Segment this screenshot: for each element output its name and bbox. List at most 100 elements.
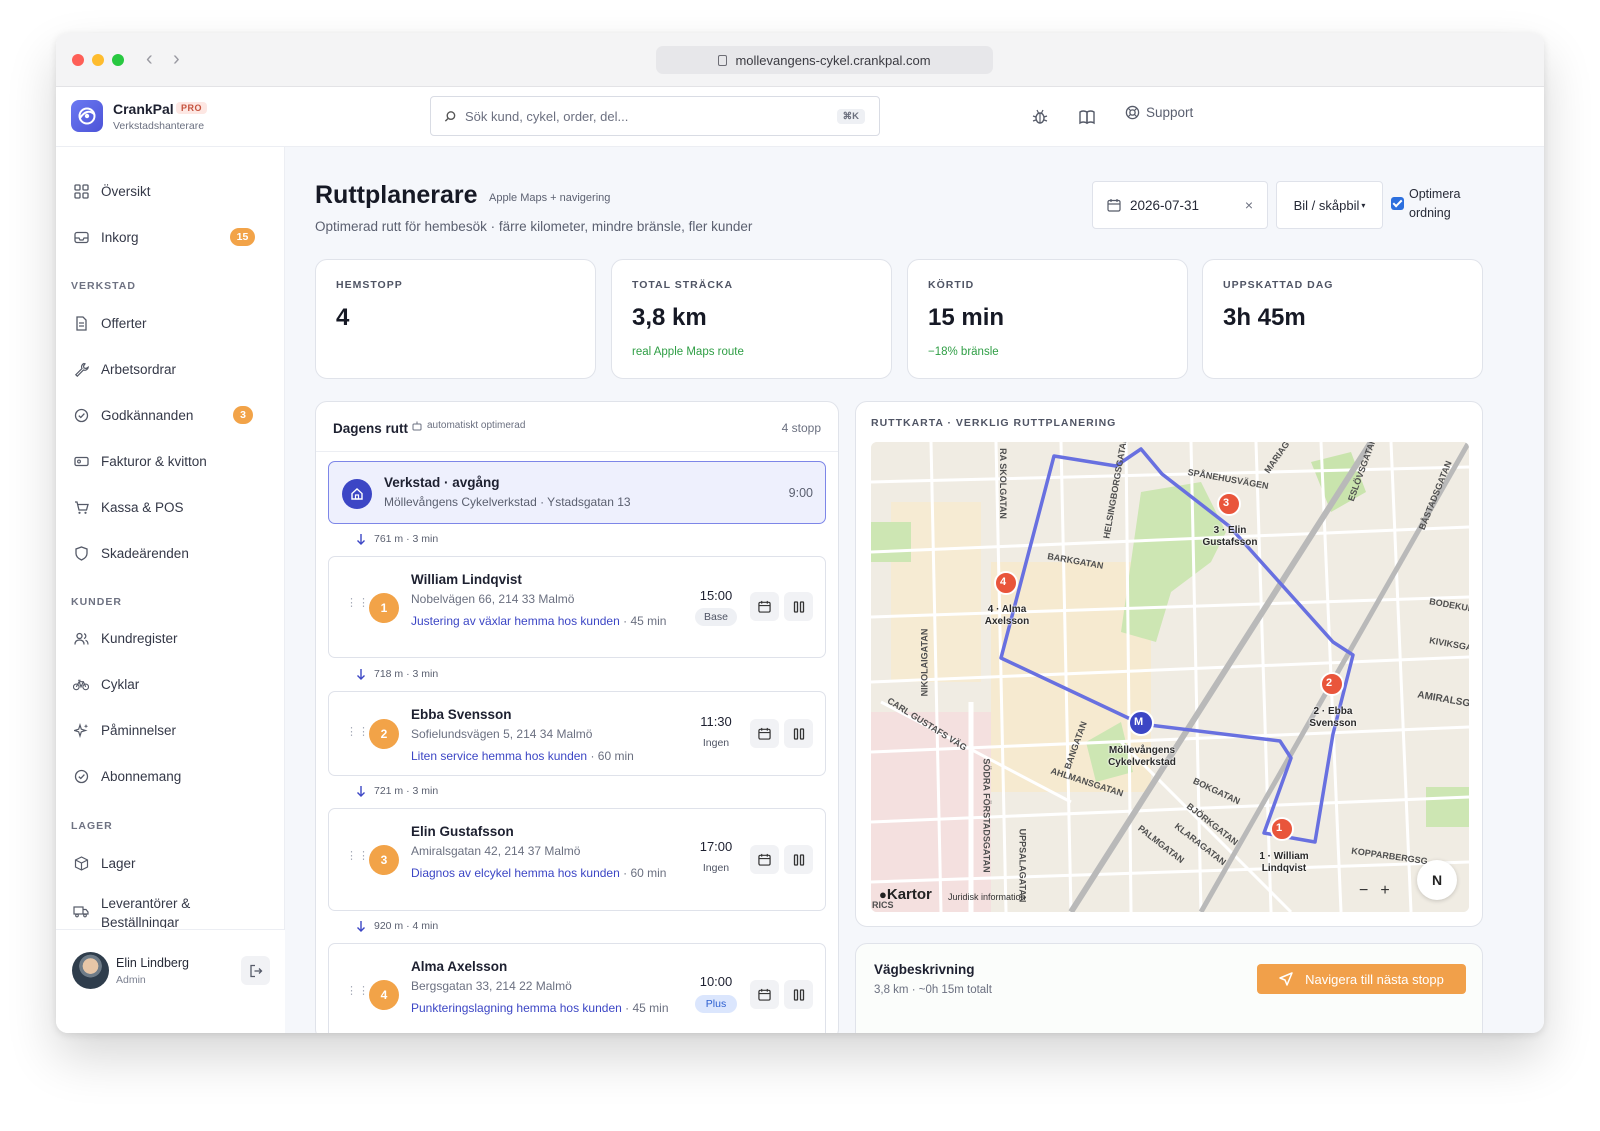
schedule-button[interactable] [750, 980, 779, 1009]
map-pin-1[interactable]: 1 [1276, 822, 1282, 834]
navigate-next-stop-button[interactable]: Navigera till nästa stopp [1257, 964, 1466, 994]
route-map[interactable]: 1 2 3 4 M 1 · William Lindqvist 2 · Ebba… [871, 442, 1469, 912]
date-field[interactable]: 2026-07-31 × [1092, 181, 1268, 229]
sidebar-item-leverantorer[interactable]: Leverantörer & Beställningar [56, 892, 285, 928]
search-input[interactable]: Sök kund, cykel, order, del... ⌘K [430, 96, 880, 136]
box-icon [73, 855, 89, 871]
street-label: RA SKOLGATAN [997, 448, 1008, 519]
stop-address: Bergsgatan 33, 214 22 Malmö [411, 979, 572, 993]
book-icon[interactable] [1078, 108, 1096, 126]
schedule-button[interactable] [750, 845, 779, 874]
job-link[interactable]: Punkteringslagning hemma hos kunden [411, 1001, 622, 1015]
sidebar-item-label: Godkännanden [101, 407, 194, 423]
pause-button[interactable] [784, 592, 813, 621]
pause-button[interactable] [784, 719, 813, 748]
stop-card-4[interactable]: ⋮⋮ 4 Alma Axelsson Bergsgatan 33, 214 22… [328, 943, 826, 1033]
directions-title: Vägbeskrivning [874, 962, 975, 977]
map-pin-2[interactable]: 2 [1326, 677, 1332, 689]
depot-card[interactable]: Verkstad · avgång Möllevångens Cykelverk… [328, 461, 826, 524]
optimize-label[interactable]: Optimera ordning [1409, 185, 1489, 223]
sidebar: Översikt Inkorg 15 VERKSTAD Offerter Arb… [56, 147, 285, 1033]
stop-card-2[interactable]: ⋮⋮ 2 Ebba Svensson Sofielundsvägen 5, 21… [328, 691, 826, 776]
forward-arrow-icon[interactable]: › [173, 47, 180, 71]
maximize-window-button[interactable] [112, 54, 124, 66]
sidebar-item-fakturor[interactable]: Fakturor & kvitton [56, 444, 285, 478]
vehicle-select[interactable]: Bil / skåpbil ▾ [1276, 181, 1383, 229]
drag-handle-icon[interactable]: ⋮⋮ [346, 598, 369, 609]
support-button[interactable]: Support [1125, 105, 1193, 120]
sidebar-item-oversikt[interactable]: Översikt [56, 174, 285, 208]
sidebar-item-inkorg[interactable]: Inkorg 15 [56, 220, 285, 254]
sidebar-item-lager[interactable]: Lager [56, 846, 285, 880]
sidebar-item-kassa[interactable]: Kassa & POS [56, 490, 285, 524]
bike-icon [73, 676, 89, 692]
avatar[interactable] [72, 952, 109, 989]
map-pin-3[interactable]: 3 [1223, 497, 1229, 509]
stat-note: real Apple Maps route [632, 346, 744, 358]
zoom-in-button[interactable]: + [1380, 882, 1389, 900]
calendar-icon [758, 600, 771, 613]
schedule-button[interactable] [750, 719, 779, 748]
chevron-down-icon: ▾ [1361, 200, 1366, 210]
stat-note: −18% bränsle [928, 346, 999, 358]
drag-handle-icon[interactable]: ⋮⋮ [346, 986, 369, 997]
sidebar-item-offerter[interactable]: Offerter [56, 306, 285, 340]
sidebar-item-abonnemang[interactable]: Abonnemang [56, 759, 285, 793]
sidebar-item-arbetsordrar[interactable]: Arbetsordrar [56, 352, 285, 386]
pause-icon [793, 988, 804, 1001]
arrow-down-icon [357, 921, 365, 932]
sidebar-item-skadearenden[interactable]: Skadeärenden [56, 536, 285, 570]
drag-handle-icon[interactable]: ⋮⋮ [346, 727, 369, 738]
truck-icon [73, 903, 89, 919]
address-bar[interactable]: mollevangens-cykel.crankpal.com [656, 46, 993, 74]
sidebar-item-label: Påminnelser [101, 722, 177, 738]
section-title-kunder: KUNDER [71, 596, 122, 608]
zoom-controls: − + [1359, 882, 1402, 900]
sidebar-item-kundregister[interactable]: Kundregister [56, 621, 285, 655]
stop-card-1[interactable]: ⋮⋮ 1 William Lindqvist Nobelvägen 66, 21… [328, 556, 826, 658]
compass-button[interactable]: N [1417, 860, 1457, 900]
stop-job: Punkteringslagning hemma hos kunden · 45… [411, 1001, 669, 1015]
logout-button[interactable] [241, 956, 270, 985]
page-description: Optimerad rutt för hembesök · färre kilo… [315, 219, 753, 234]
sidebar-item-godkannanden[interactable]: Godkännanden 3 [56, 398, 285, 432]
stop-job: Justering av växlar hemma hos kunden · 4… [411, 614, 667, 628]
stop-card-3[interactable]: ⋮⋮ 3 Elin Gustafsson Amiralsgatan 42, 21… [328, 808, 826, 911]
close-window-button[interactable] [72, 54, 84, 66]
schedule-button[interactable] [750, 592, 779, 621]
receipt-icon [73, 453, 89, 469]
pause-button[interactable] [784, 845, 813, 874]
calendar-icon [1107, 199, 1121, 212]
grid-icon [73, 183, 89, 199]
pause-button[interactable] [784, 980, 813, 1009]
job-link[interactable]: Liten service hemma hos kunden [411, 749, 587, 763]
job-duration: 45 min [632, 1001, 669, 1015]
stop-time: 17:00 [699, 839, 733, 854]
route-leg: 761 m · 3 min [356, 530, 438, 548]
drag-handle-icon[interactable]: ⋮⋮ [346, 851, 369, 862]
clear-date-icon[interactable]: × [1245, 197, 1253, 213]
optimize-checkbox[interactable] [1391, 197, 1404, 210]
zoom-out-button[interactable]: − [1359, 882, 1368, 900]
leg-distance: 718 m · 3 min [374, 668, 439, 680]
sidebar-item-paminnelser[interactable]: Påminnelser [56, 713, 285, 747]
stop-number: 1 [369, 593, 399, 623]
bug-icon[interactable] [1031, 108, 1049, 126]
stat-value: 15 min [928, 304, 1005, 331]
pause-icon [793, 727, 804, 740]
maps-brand: Kartor [886, 886, 932, 903]
map-pin-depot[interactable]: M [1134, 716, 1143, 728]
job-link[interactable]: Justering av växlar hemma hos kunden [411, 614, 620, 628]
apple-icon: ● [879, 887, 887, 902]
stat-card-kortid: KÖRTID 15 min −18% bränsle [907, 259, 1188, 379]
date-value: 2026-07-31 [1130, 197, 1200, 213]
sidebar-item-label: Fakturor & kvitton [101, 453, 207, 469]
sidebar-item-cyklar[interactable]: Cyklar [56, 667, 285, 701]
job-link[interactable]: Diagnos av elcykel hemma hos kunden [411, 866, 620, 880]
arrow-down-icon [357, 534, 365, 545]
minimize-window-button[interactable] [92, 54, 104, 66]
map-pin-4[interactable]: 4 [1000, 576, 1006, 588]
brand-logo-icon[interactable] [71, 100, 103, 132]
legal-link[interactable]: Juridisk information [948, 892, 1026, 902]
back-arrow-icon[interactable]: ‹ [146, 47, 153, 71]
